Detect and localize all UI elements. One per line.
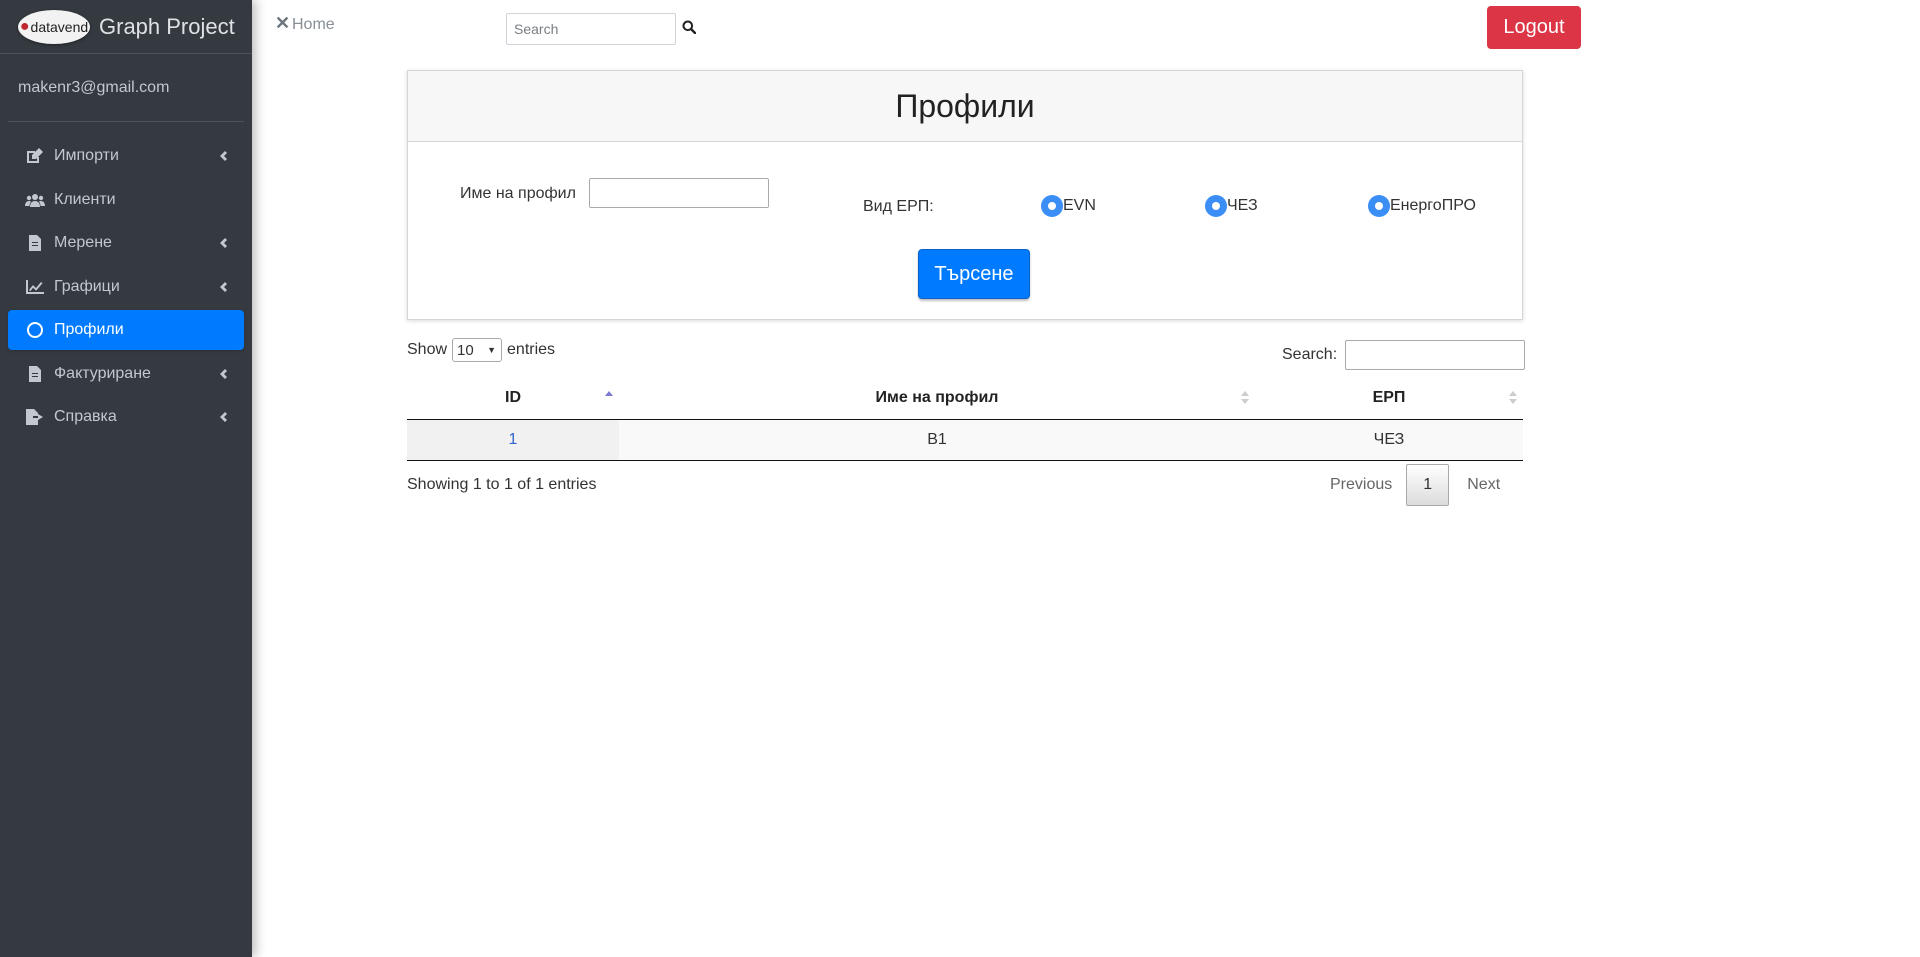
filter-card: Профили Име на профил Вид ЕРП: EVN ЧЕЗ Е… <box>407 70 1523 320</box>
dropdown-arrow-icon: ▼ <box>487 345 497 355</box>
cell-erp: ЧЕЗ <box>1255 419 1523 461</box>
previous-page-button[interactable]: Previous <box>1316 476 1406 494</box>
sidebar-item-label: Мерене <box>54 234 112 251</box>
radio-cez[interactable]: ЧЕЗ <box>1205 195 1258 217</box>
sidebar-item-imports[interactable]: Импорти <box>8 136 244 176</box>
logout-button[interactable]: Logout <box>1487 6 1581 49</box>
radio-button-icon[interactable] <box>1041 195 1063 217</box>
user-panel[interactable]: makenr3@gmail.com <box>8 54 244 122</box>
sort-ascending-icon <box>605 390 613 406</box>
column-header-id[interactable]: ID <box>407 377 619 420</box>
file-export-icon <box>24 409 46 425</box>
sidebar-nav: Импорти Клиенти Мерене Графици Профили Ф… <box>0 122 252 437</box>
sidebar-item-label: Профили <box>54 321 124 338</box>
sidebar-item-invoicing[interactable]: Фактуриране <box>8 354 244 394</box>
brand[interactable]: ● datavend Graph Project <box>0 0 252 54</box>
edit-icon <box>24 148 46 164</box>
page-length-value: 10 <box>457 341 474 359</box>
file-icon <box>24 365 46 382</box>
file-icon <box>24 235 46 251</box>
sidebar-item-label: Графици <box>54 277 120 295</box>
search-input[interactable] <box>506 13 676 45</box>
table-row[interactable]: 1 B1 ЧЕЗ <box>407 419 1523 461</box>
sidebar-item-measurement[interactable]: Мерене <box>8 223 244 263</box>
search-icon[interactable] <box>682 20 698 36</box>
sort-icon <box>1509 390 1517 406</box>
search-submit-button[interactable]: Търсене <box>918 249 1030 299</box>
sidebar-item-profiles[interactable]: Профили <box>8 310 244 350</box>
profiles-table: ID Име на профил ЕРП 1 B1 ЧЕЗ <box>407 377 1523 461</box>
radio-label: EVN <box>1063 197 1096 214</box>
erp-type-label: Вид ЕРП: <box>863 198 934 215</box>
cell-id: 1 <box>407 419 619 461</box>
chevron-left-icon <box>216 236 230 250</box>
page-length-select[interactable]: 10 ▼ <box>452 338 503 362</box>
chevron-left-icon <box>216 367 230 381</box>
pagination: Previous 1 Next <box>1316 464 1518 506</box>
sidebar: ● datavend Graph Project makenr3@gmail.co… <box>0 0 252 957</box>
sidebar-item-label: Импорти <box>54 147 119 164</box>
radio-evn[interactable]: EVN <box>1041 195 1096 217</box>
table-search-label: Search: <box>1282 346 1338 363</box>
circle-icon <box>24 321 46 339</box>
chevron-left-icon <box>216 149 230 163</box>
profile-name-label: Име на профил <box>460 185 576 202</box>
chevron-left-icon <box>216 280 230 294</box>
user-email: makenr3@gmail.com <box>18 78 170 96</box>
sidebar-item-label: Клиенти <box>54 190 116 208</box>
column-header-label: Име на профил <box>875 388 999 406</box>
sort-icon <box>1241 390 1249 406</box>
chevron-left-icon <box>216 410 230 424</box>
table-info: Showing 1 to 1 of 1 entries <box>407 476 597 493</box>
column-header-label: ЕРП <box>1372 388 1406 406</box>
current-page-button[interactable]: 1 <box>1406 464 1450 506</box>
show-label: Show <box>407 341 448 358</box>
users-icon <box>24 193 46 207</box>
column-header-label: ID <box>505 388 521 406</box>
profile-name-input[interactable] <box>589 178 769 208</box>
profile-id-link[interactable]: 1 <box>509 431 518 448</box>
table-search: Search: <box>1282 340 1526 370</box>
line-chart-icon <box>24 279 46 294</box>
brand-logo: ● datavend <box>18 9 90 44</box>
sidebar-item-label: Справка <box>54 408 117 425</box>
sidebar-item-label: Фактуриране <box>54 364 151 382</box>
cell-profile-name: B1 <box>619 419 1255 461</box>
column-header-erp[interactable]: ЕРП <box>1255 377 1523 420</box>
table-search-input[interactable] <box>1345 340 1526 370</box>
radio-label: ЕнергоПРО <box>1390 197 1476 214</box>
sidebar-item-charts[interactable]: Графици <box>8 267 244 307</box>
app-root: ● datavend Graph Project makenr3@gmail.co… <box>0 0 1920 957</box>
home-link[interactable]: Home <box>292 16 335 34</box>
radio-label: ЧЕЗ <box>1227 197 1258 214</box>
sidebar-item-report[interactable]: Справка <box>8 397 244 437</box>
brand-title: Graph Project <box>99 13 235 39</box>
radio-button-icon[interactable] <box>1368 195 1390 217</box>
logo-text: datavend <box>30 18 89 35</box>
card-header: Профили <box>408 71 1522 142</box>
column-header-profile-name[interactable]: Име на профил <box>619 377 1255 420</box>
sidebar-item-clients[interactable]: Клиенти <box>8 180 244 220</box>
table-header-row: ID Име на профил ЕРП <box>407 377 1523 420</box>
close-icon[interactable]: ✕ <box>275 13 290 34</box>
entries-label: entries <box>507 341 556 358</box>
radio-energopro[interactable]: ЕнергоПРО <box>1368 195 1476 217</box>
logo-dot-icon: ● <box>19 17 30 35</box>
next-page-button[interactable]: Next <box>1449 476 1518 494</box>
radio-button-icon[interactable] <box>1205 195 1227 217</box>
page-title: Профили <box>895 87 1035 124</box>
page-length-control: Show 10 ▼ entries <box>407 338 555 362</box>
